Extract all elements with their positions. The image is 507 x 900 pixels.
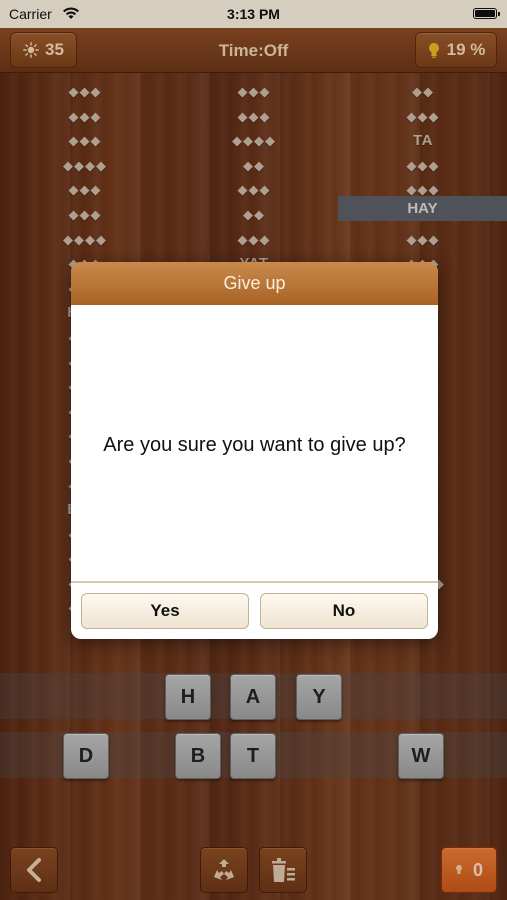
yes-button[interactable]: Yes xyxy=(81,593,249,629)
give-up-dialog: Give up Are you sure you want to give up… xyxy=(71,262,438,639)
dialog-divider xyxy=(71,581,438,583)
dialog-title: Give up xyxy=(71,262,438,305)
no-button[interactable]: No xyxy=(260,593,428,629)
dialog-message: Are you sure you want to give up? xyxy=(103,433,406,456)
